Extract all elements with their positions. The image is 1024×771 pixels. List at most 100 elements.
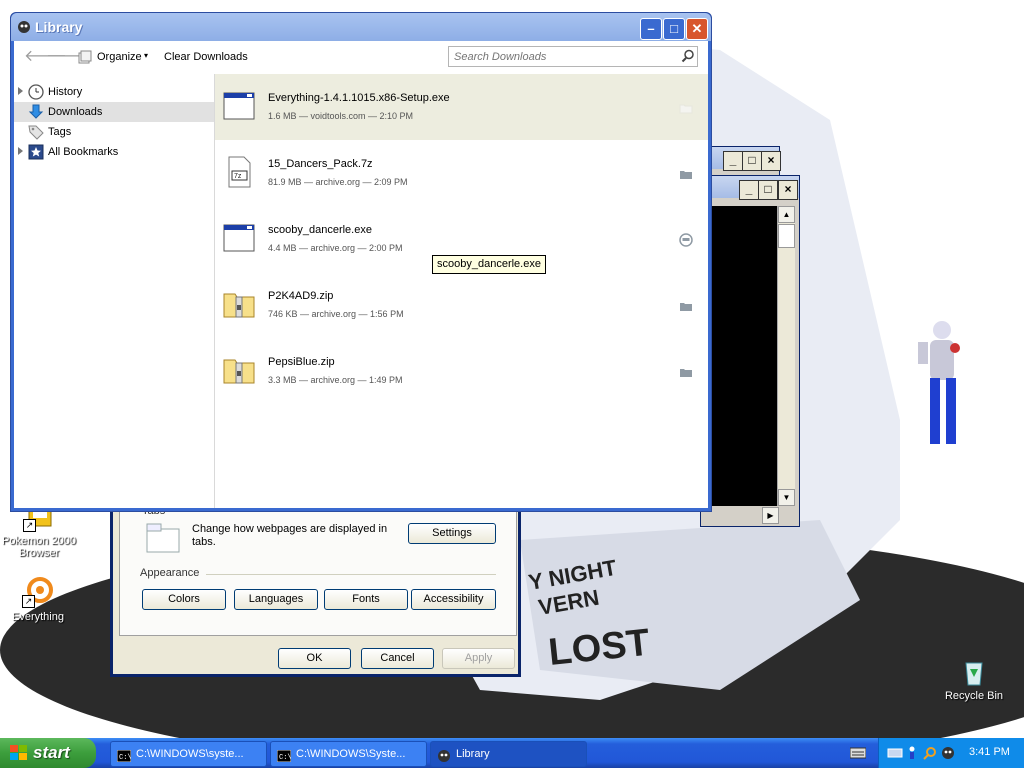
start-label: start <box>33 743 70 762</box>
search-input[interactable] <box>448 46 698 67</box>
download-item[interactable]: PepsiBlue.zip 3.3 MB — archive.org — 1:4… <box>215 338 708 404</box>
apply-button[interactable]: Apply <box>442 648 515 669</box>
maximize-button[interactable]: □ <box>758 180 778 200</box>
search-icon[interactable] <box>681 49 695 63</box>
minimize-button[interactable]: _ <box>723 151 743 171</box>
cancel-button[interactable]: Cancel <box>361 648 434 669</box>
options-dialog[interactable]: Tabs Change how webpages are displayed i… <box>110 505 521 677</box>
zip-icon <box>223 288 255 320</box>
close-button[interactable]: × <box>761 151 781 171</box>
close-button[interactable]: ✕ <box>686 18 708 40</box>
dancer-tray-icon[interactable] <box>905 746 919 760</box>
languages-button[interactable]: Languages <box>234 589 318 610</box>
console-screen[interactable] <box>709 206 777 506</box>
download-filename: Everything-1.4.1.1015.x86-Setup.exe <box>268 92 450 104</box>
organize-menu[interactable]: Organize <box>97 51 142 63</box>
console-icon: C:\ <box>276 747 292 763</box>
svg-text:C:\: C:\ <box>119 754 131 762</box>
sidebar-item-label: Tags <box>48 126 72 138</box>
ok-button[interactable]: OK <box>278 648 351 669</box>
download-arrow-icon <box>28 104 44 120</box>
shortcut-arrow-icon: ↗ <box>22 595 35 608</box>
console-vertical-scrollbar[interactable]: ▲ ▼ <box>777 206 795 506</box>
download-item[interactable]: Everything-1.4.1.1015.x86-Setup.exe 1.6 … <box>215 74 708 140</box>
library-titlebar[interactable]: Library – □ ✕ <box>11 13 711 41</box>
taskbar-button-console-2[interactable]: C:\ C:\WINDOWS\Syste... <box>270 741 427 767</box>
clear-downloads-button[interactable]: Clear Downloads <box>164 51 248 63</box>
taskbar-button-console-1[interactable]: C:\ C:\WINDOWS\syste... <box>110 741 267 767</box>
library-window[interactable]: Library – □ ✕ 🡐 🡒 Organize ▾ Clear Downl… <box>10 12 712 512</box>
sidebar-item-history[interactable]: History <box>14 82 214 102</box>
scroll-right-icon[interactable]: ▶ <box>762 507 779 524</box>
back-arrow-icon[interactable]: 🡐 <box>24 49 67 65</box>
system-tray: 3:41 PM <box>878 738 1024 768</box>
start-button[interactable]: start <box>0 738 96 768</box>
close-button[interactable]: × <box>778 180 798 200</box>
folder-icon[interactable] <box>679 167 693 181</box>
taskbar-button-library[interactable]: Library <box>430 741 587 767</box>
search-tray-icon[interactable] <box>923 746 937 760</box>
folder-icon[interactable] <box>679 101 693 115</box>
7z-icon: 7z <box>223 156 255 188</box>
desktop-icon-recycle-bin[interactable]: Recycle Bin <box>934 655 1014 702</box>
sidebar-item-downloads[interactable]: Downloads <box>14 102 214 122</box>
taskbar: start C:\ C:\WINDOWS\syste... C:\ C:\WIN… <box>0 738 1024 768</box>
console-icon: C:\ <box>116 747 132 763</box>
download-meta: 3.3 MB — archive.org — 1:49 PM <box>268 375 403 385</box>
tabs-description: Change how webpages are displayed in tab… <box>192 523 388 548</box>
maximize-button[interactable]: □ <box>663 18 685 40</box>
download-filename: 15_Dancers_Pack.7z <box>268 158 373 170</box>
scroll-down-icon[interactable]: ▼ <box>778 489 795 506</box>
svg-text:C:\: C:\ <box>279 754 291 762</box>
expand-triangle-icon[interactable] <box>18 147 23 155</box>
recycle-bin-icon <box>958 655 990 687</box>
library-body: 🡐 🡒 Organize ▾ Clear Downloads History <box>14 41 708 508</box>
download-item[interactable]: P2K4AD9.zip 746 KB — archive.org — 1:56 … <box>215 272 708 338</box>
chevron-down-icon: ▾ <box>144 51 149 60</box>
download-meta: 746 KB — archive.org — 1:56 PM <box>268 309 404 319</box>
taskbar-button-label: C:\WINDOWS\Syste... <box>296 748 406 760</box>
appearance-divider <box>206 574 496 575</box>
clock: 3:41 PM <box>969 746 1010 758</box>
minimize-button[interactable]: _ <box>739 180 759 200</box>
firefox-tray-icon[interactable] <box>941 746 955 760</box>
retry-icon[interactable] <box>679 233 693 247</box>
network-icon[interactable] <box>887 746 903 760</box>
sidebar-item-label: History <box>48 86 83 98</box>
scroll-thumb[interactable] <box>778 224 795 248</box>
sidebar-item-tags[interactable]: Tags <box>14 122 214 142</box>
download-meta: 4.4 MB — archive.org — 2:00 PM <box>268 243 403 253</box>
colors-button[interactable]: Colors <box>142 589 226 610</box>
keyboard-icon[interactable] <box>849 747 867 759</box>
options-panel: Tabs Change how webpages are displayed i… <box>119 505 517 636</box>
sidebar-item-all-bookmarks[interactable]: All Bookmarks <box>14 142 214 162</box>
organize-icon <box>78 50 92 64</box>
folder-icon[interactable] <box>679 299 693 313</box>
svg-text:7z: 7z <box>234 173 242 180</box>
exe-icon <box>223 222 255 254</box>
folder-icon[interactable] <box>679 365 693 379</box>
download-meta: 81.9 MB — archive.org — 2:09 PM <box>268 177 408 187</box>
download-meta: 1.6 MB — voidtools.com — 2:10 PM <box>268 111 414 121</box>
desktop-icon-everything[interactable]: ↗ Everything <box>0 576 78 623</box>
expand-triangle-icon[interactable] <box>18 87 23 95</box>
console-window-front[interactable]: _ □ × ▲ ▼ ▶ <box>700 175 800 527</box>
taskbar-button-label: C:\WINDOWS\syste... <box>136 748 244 760</box>
fonts-button[interactable]: Fonts <box>324 589 408 610</box>
settings-button[interactable]: Settings <box>408 523 496 544</box>
console-window-back[interactable]: _ □ × <box>700 146 781 176</box>
forward-arrow-icon[interactable]: 🡒 <box>46 49 89 65</box>
maximize-button[interactable]: □ <box>742 151 762 171</box>
dancer-figure <box>918 321 960 444</box>
tabs-icon <box>146 523 180 553</box>
tag-icon <box>28 124 44 140</box>
windows-logo-icon <box>10 745 28 761</box>
taskbar-button-label: Library <box>456 748 490 760</box>
exe-icon <box>223 90 255 122</box>
accessibility-button[interactable]: Accessibility <box>411 589 496 610</box>
download-item[interactable]: 7z 15_Dancers_Pack.7z 81.9 MB — archive.… <box>215 140 708 206</box>
sidebar-item-label: All Bookmarks <box>48 146 119 158</box>
scroll-up-icon[interactable]: ▲ <box>778 206 795 223</box>
filename-tooltip: scooby_dancerle.exe <box>432 255 546 274</box>
minimize-button[interactable]: – <box>640 18 662 40</box>
